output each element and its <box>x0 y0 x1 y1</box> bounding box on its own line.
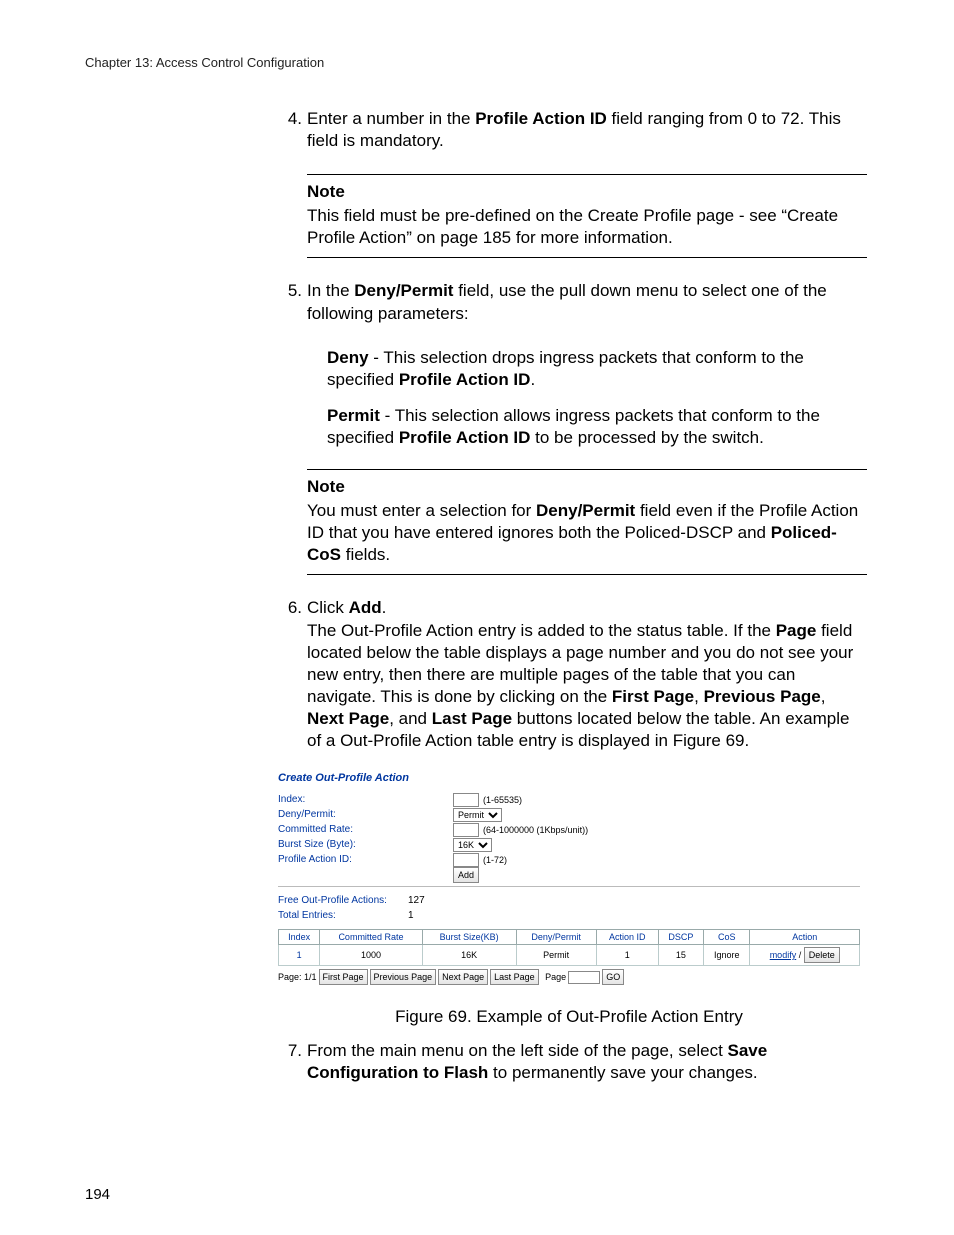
figure-section-title: Create Out-Profile Action <box>278 772 860 784</box>
step-7: 7. From the main menu on the left side o… <box>277 1040 867 1084</box>
label-committed-rate: Committed Rate: <box>278 824 453 835</box>
add-button[interactable]: Add <box>453 867 479 883</box>
th-deny-permit: Deny/Permit <box>516 930 596 945</box>
page-indicator: Page: 1/1 <box>278 972 317 982</box>
deny-permit-select[interactable]: Permit <box>453 808 502 822</box>
page-label: Page <box>545 972 566 982</box>
step-4: 4. Enter a number in the Profile Action … <box>277 108 867 152</box>
step-number: 7. <box>277 1040 302 1062</box>
note-body: You must enter a selection for Deny/Perm… <box>307 500 867 566</box>
committed-rate-input[interactable] <box>453 823 479 837</box>
label-profile-action-id: Profile Action ID: <box>278 854 453 865</box>
page-input[interactable] <box>568 971 600 984</box>
chapter-header: Chapter 13: Access Control Configuration <box>85 55 324 70</box>
label-total-entries: Total Entries: <box>278 910 408 921</box>
note-body: This field must be pre-defined on the Cr… <box>307 205 867 249</box>
step-5: 5. In the Deny/Permit field, use the pul… <box>277 280 867 324</box>
step-6-text: Click Add. The Out-Profile Action entry … <box>307 598 853 750</box>
step-5-text: In the Deny/Permit field, use the pull d… <box>307 281 827 322</box>
last-page-button[interactable]: Last Page <box>490 969 539 985</box>
note-title: Note <box>307 476 867 498</box>
th-action: Action <box>750 930 860 945</box>
th-index: Index <box>279 930 320 945</box>
note-box: Note You must enter a selection for Deny… <box>307 469 867 575</box>
label-free-actions: Free Out-Profile Actions: <box>278 895 408 906</box>
value-total-entries: 1 <box>408 910 414 921</box>
next-page-button[interactable]: Next Page <box>438 969 488 985</box>
index-input[interactable] <box>453 793 479 807</box>
delete-button[interactable]: Delete <box>804 947 840 963</box>
label-burst-size: Burst Size (Byte): <box>278 839 453 850</box>
step-number: 6. <box>277 597 302 619</box>
cell-dscp: 15 <box>658 945 704 966</box>
deny-definition: Deny - This selection drops ingress pack… <box>327 347 867 391</box>
table-header-row: Index Committed Rate Burst Size(KB) Deny… <box>279 930 860 945</box>
go-button[interactable]: GO <box>602 969 624 985</box>
step-number: 4. <box>277 108 302 130</box>
th-dscp: DSCP <box>658 930 704 945</box>
th-burst-size: Burst Size(KB) <box>422 930 516 945</box>
value-free-actions: 127 <box>408 895 425 906</box>
th-action-id: Action ID <box>596 930 658 945</box>
step-7-text: From the main menu on the left side of t… <box>307 1041 767 1082</box>
table-row: 1 1000 16K Permit 1 15 Ignore modify / D… <box>279 945 860 966</box>
cell-rate: 1000 <box>320 945 422 966</box>
cell-action-id: 1 <box>596 945 658 966</box>
page-number: 194 <box>85 1186 110 1203</box>
previous-page-button[interactable]: Previous Page <box>370 969 437 985</box>
hint-index: (1-65535) <box>483 795 522 805</box>
cell-burst: 16K <box>422 945 516 966</box>
step-number: 5. <box>277 280 302 302</box>
note-box: Note This field must be pre-defined on t… <box>307 174 867 258</box>
th-cos: CoS <box>704 930 750 945</box>
hint-committed-rate: (64-1000000 (1Kbps/unit)) <box>483 825 588 835</box>
figure-caption: Figure 69. Example of Out-Profile Action… <box>278 1007 860 1027</box>
cell-cos: Ignore <box>704 945 750 966</box>
cell-action: modify / Delete <box>750 945 860 966</box>
burst-size-select[interactable]: 16K <box>453 838 492 852</box>
hint-profile-action-id: (1-72) <box>483 855 507 865</box>
permit-definition: Permit - This selection allows ingress p… <box>327 405 867 449</box>
note-title: Note <box>307 181 867 203</box>
modify-link[interactable]: modify <box>770 950 797 960</box>
th-committed-rate: Committed Rate <box>320 930 422 945</box>
pager: Page: 1/1 First Page Previous Page Next … <box>278 969 860 985</box>
out-profile-table: Index Committed Rate Burst Size(KB) Deny… <box>278 929 860 966</box>
label-deny-permit: Deny/Permit: <box>278 809 453 820</box>
cell-deny-permit: Permit <box>516 945 596 966</box>
step-4-text: Enter a number in the Profile Action ID … <box>307 109 841 150</box>
label-index: Index: <box>278 794 453 805</box>
profile-action-id-input[interactable] <box>453 853 479 867</box>
step-6: 6. Click Add. The Out-Profile Action ent… <box>277 597 867 752</box>
cell-index: 1 <box>279 945 320 966</box>
first-page-button[interactable]: First Page <box>319 969 368 985</box>
figure-69: Create Out-Profile Action Index: (1-6553… <box>278 772 860 985</box>
